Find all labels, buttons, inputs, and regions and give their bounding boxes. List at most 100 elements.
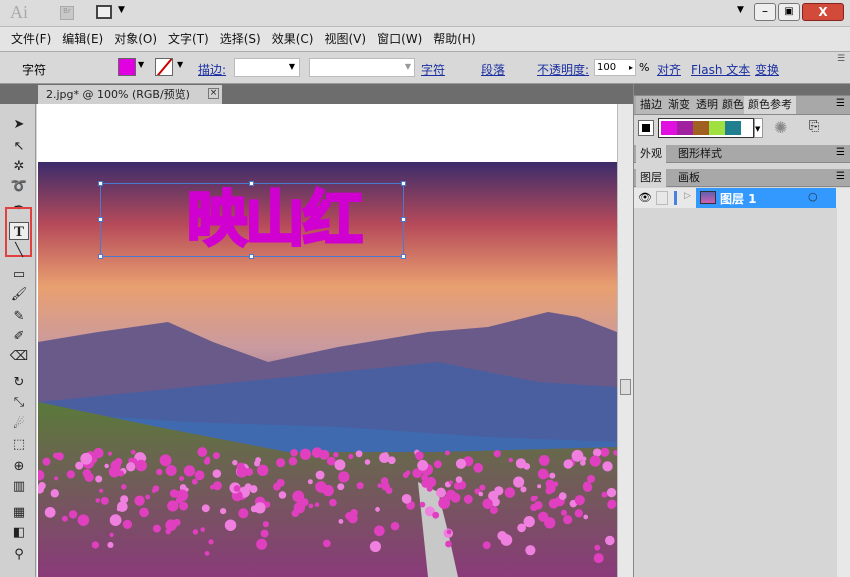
menu-object[interactable]: 对象(O) [111,27,165,51]
flower [179,476,185,482]
flower [478,491,484,497]
color-guide-swatch[interactable] [661,121,677,135]
mesh-tool-icon[interactable]: ▦ [9,504,29,522]
headline-text[interactable]: 映山红 [186,184,365,257]
vertical-scrollbar[interactable] [617,104,633,577]
line-tool-icon[interactable]: ╲ [9,242,29,260]
color-guide-swatches[interactable] [658,118,754,138]
flower [194,470,205,481]
stroke-none-swatch[interactable] [155,58,173,76]
visibility-eye-icon[interactable]: 👁 [638,191,652,204]
eyedropper-tool-icon[interactable]: ⚲ [9,546,29,564]
panel-menu-icon[interactable]: ☰ [836,171,845,182]
panel-menu-icon[interactable]: ☰ [836,147,845,158]
menu-window[interactable]: 窗口(W) [374,27,430,51]
control-menu-icon[interactable]: ☰ [837,54,845,64]
panel-menu-icon[interactable]: ☰ [836,98,845,109]
close-tab-icon[interactable]: × [208,88,219,99]
bridge-button[interactable]: Br [60,6,74,20]
harmony-dropdown[interactable]: ▼ [754,118,763,138]
font-family-select[interactable]: ▼ [309,58,415,77]
save-group-icon[interactable]: ⎘ [809,119,819,134]
flower [583,514,589,520]
stroke-link[interactable]: 描边: [198,61,226,78]
flower [549,472,556,479]
shape-builder-tool-icon[interactable]: ⊕ [9,458,29,476]
tab-graphic-styles[interactable]: 图形样式 [674,145,726,163]
menu-help[interactable]: 帮助(H) [430,27,483,51]
tab-layers[interactable]: 图层 [636,169,666,187]
scale-tool-icon[interactable]: ⤡ [9,394,29,412]
paintbrush-tool-icon[interactable]: 🖌 [9,286,29,304]
tab-appearance[interactable]: 外观 [636,145,666,163]
flower [236,462,245,471]
color-guide-swatch[interactable] [709,121,725,135]
menu-effect[interactable]: 效果(C) [269,27,322,51]
text-bounding-box[interactable]: 映山红 [98,181,406,259]
layer-row[interactable]: 👁 ▷ 图层 1 ○ [634,188,850,208]
free-transform-tool-icon[interactable]: ⬚ [9,436,29,454]
eraser-tool-icon[interactable]: ⌫ [9,348,29,366]
flash-text-link[interactable]: Flash 文本 [691,61,750,78]
paragraph-link[interactable]: 段落 [481,61,505,78]
tab-color-guide[interactable]: 颜色参考 [744,96,796,114]
flower [292,490,305,503]
opacity-link[interactable]: 不透明度: [537,61,589,78]
transform-link[interactable]: 变换 [755,61,779,78]
menu-file[interactable]: 文件(F) [8,27,59,51]
menu-view[interactable]: 视图(V) [321,27,374,51]
flower [109,514,122,526]
chevron-down-icon[interactable]: ▼ [118,5,125,15]
workspace-dropdown[interactable]: ▼ [737,5,744,15]
magic-wand-tool-icon[interactable]: ✲ [9,158,29,176]
rotate-tool-icon[interactable]: ↻ [9,374,29,392]
flower [262,521,269,528]
color-guide-swatch[interactable] [725,121,741,135]
character-link[interactable]: 字符 [421,61,445,78]
base-color-swatch[interactable] [638,120,654,136]
menu-type[interactable]: 文字(T) [165,27,217,51]
color-wheel-icon[interactable]: ✺ [774,118,787,137]
type-tool-icon[interactable]: T [9,222,29,240]
warp-tool-icon[interactable]: ☄ [9,416,29,434]
expand-triangle-icon[interactable]: ▷ [684,191,691,201]
pencil-tool-icon[interactable]: ✎ [9,308,29,326]
layer-name[interactable]: 图层 1 [720,190,757,207]
opacity-input[interactable]: 100 ▸ [594,59,636,76]
minimize-button[interactable]: – [754,3,776,21]
graph-tool-icon[interactable]: ▥ [9,478,29,496]
target-circle-icon[interactable]: ○ [808,190,818,203]
gradient-tool-icon[interactable]: ◧ [9,524,29,542]
scroll-thumb[interactable] [620,379,631,395]
blob-brush-tool-icon[interactable]: ✐ [9,328,29,346]
selection-tool-icon[interactable]: ➤ [9,116,29,134]
layers-scrollbar[interactable] [837,188,850,577]
close-button[interactable]: X [802,3,844,21]
align-link[interactable]: 对齐 [657,61,681,78]
flower [250,505,258,513]
document-tab[interactable]: 2.jpg* @ 100% (RGB/预览) × [38,85,222,104]
stroke-dropdown[interactable]: ▼ [177,60,183,69]
tab-stroke[interactable]: 描边 [636,96,666,114]
lasso-tool-icon[interactable]: ➰ [9,178,29,196]
flower [134,495,145,506]
flower [607,499,617,509]
flower [445,540,452,548]
menu-select[interactable]: 选择(S) [217,27,269,51]
flower [192,529,199,535]
tab-artboards[interactable]: 画板 [674,169,704,187]
fill-dropdown[interactable]: ▼ [138,60,144,69]
lock-toggle[interactable] [656,191,668,205]
color-guide-swatch[interactable] [693,121,709,135]
stroke-weight-input[interactable]: ▼ [234,58,300,77]
fill-color-swatch[interactable] [118,58,136,76]
flower [54,476,59,481]
menu-edit[interactable]: 编辑(E) [59,27,111,51]
layout-icon[interactable] [96,5,112,19]
restore-button[interactable]: ▣ [778,3,800,21]
rectangle-tool-icon[interactable]: ▭ [9,266,29,284]
tab-gradient[interactable]: 渐变 [664,96,694,114]
direct-selection-tool-icon[interactable]: ↖ [9,138,29,156]
color-guide-swatch[interactable] [677,121,693,135]
flower [315,470,325,480]
